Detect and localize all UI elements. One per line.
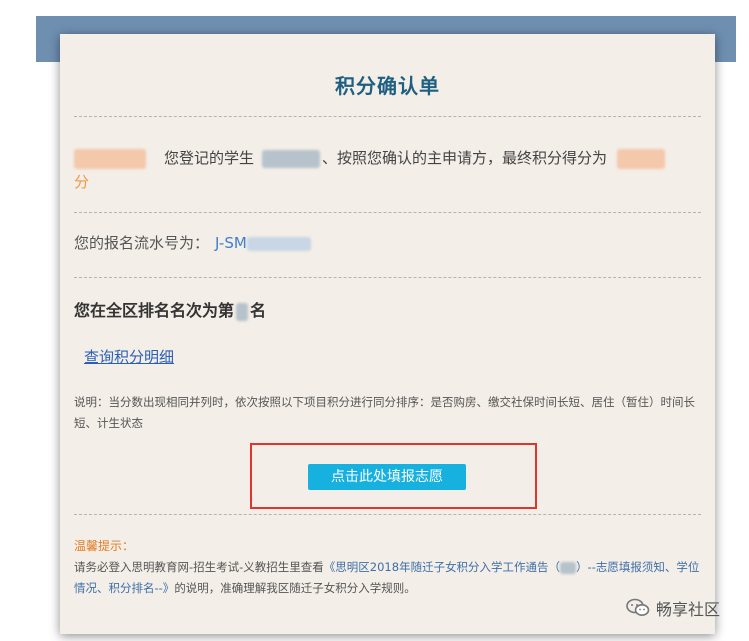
rank-prefix: 您在全区排名名次为第 (74, 301, 235, 320)
redacted-student-name (262, 149, 321, 168)
divider (74, 116, 701, 117)
score-unit: 分 (74, 173, 90, 191)
tips-title: 温馨提示： (74, 539, 135, 553)
tie-break-note: 说明：当分数出现相同并列时，依次按照以下项目积分进行同分排序：是否购房、缴交社保… (74, 395, 695, 430)
tips-text-2: 的说明，准确理解我区随迁子女积分入学规则。 (174, 581, 416, 595)
watermark: 畅享社区 (626, 596, 720, 620)
tips-body: 请务必登入思明教育网-招生考试-义教招生里查看《思明区2018年随迁子女积分入学… (74, 557, 709, 599)
tips-text-1: 请务必登入思明教育网-招生考试-义教招生里查看 (74, 560, 324, 574)
fill-application-button[interactable]: 点击此处填报志愿 (308, 464, 466, 490)
rank-row: 您在全区排名名次为第名 (74, 297, 266, 321)
confirmation-card: 积分确认单 您登记的学生 、按照您确认的主申请方，最终积分得分为 分 您的报名流水… (60, 34, 715, 634)
wechat-icon (626, 598, 650, 618)
summary-text-1: 您登记的学生 (164, 149, 255, 167)
score-summary: 您登记的学生 、按照您确认的主申请方，最终积分得分为 分 (74, 146, 694, 194)
watermark-text: 畅享社区 (656, 600, 721, 619)
summary-text-2: 、按照您确认的主申请方，最终积分得分为 (322, 149, 608, 167)
serial-label: 您的报名流水号为： (74, 234, 210, 252)
redacted-guardian-name (74, 148, 146, 169)
redacted-notice-ref (560, 561, 577, 574)
divider (74, 277, 701, 278)
notice-link[interactable]: 《思明区2018年随迁子女积分入学工作通告（ (324, 560, 560, 574)
redacted-rank (236, 302, 249, 321)
redacted-score (617, 148, 666, 169)
divider (74, 514, 701, 515)
serial-number-row: 您的报名流水号为： J-SM (74, 232, 311, 253)
divider (74, 212, 701, 213)
serial-value: J-SM (215, 234, 247, 252)
button-highlight-box: 点击此处填报志愿 (250, 443, 537, 509)
rank-suffix: 名 (250, 301, 267, 320)
score-detail-link[interactable]: 查询积分明细 (84, 346, 174, 367)
page-title: 积分确认单 (335, 74, 440, 98)
redacted-serial (246, 236, 311, 251)
